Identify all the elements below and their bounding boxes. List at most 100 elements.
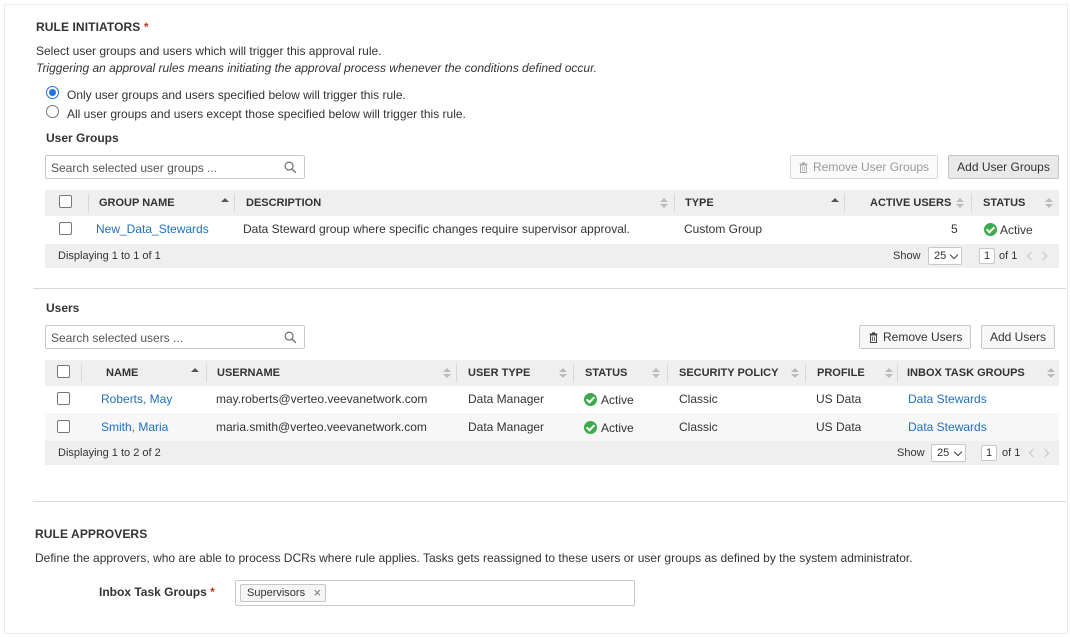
page-size-value: 25	[934, 250, 947, 262]
column-divider	[88, 194, 89, 212]
inbox-task-groups-label: Inbox Task Groups *	[99, 585, 215, 599]
column-divider	[844, 194, 845, 212]
users-search-input[interactable]: Search selected users ...	[45, 325, 305, 349]
sort-icon[interactable]	[885, 368, 893, 379]
users-search-placeholder: Search selected users ...	[51, 331, 184, 345]
sort-icon[interactable]	[443, 368, 451, 379]
required-mark: *	[210, 585, 215, 599]
next-page-icon[interactable]	[1038, 251, 1048, 261]
sort-icon[interactable]	[956, 198, 964, 209]
group-status: Active	[1000, 223, 1033, 237]
user-groups-table-footer: Displaying 1 to 1 of 1 Show 25 1 of 1	[45, 244, 1059, 268]
sort-asc-icon[interactable]	[191, 368, 199, 379]
sort-asc-icon[interactable]	[221, 198, 229, 209]
row-checkbox[interactable]	[59, 222, 72, 235]
user-name-link[interactable]: Roberts, May	[101, 392, 172, 406]
page-size-value: 25	[937, 447, 950, 459]
column-status[interactable]: STATUS	[983, 197, 1025, 209]
remove-user-groups-button[interactable]: Remove User Groups	[790, 155, 938, 179]
sort-icon[interactable]	[1045, 198, 1053, 209]
prev-page-icon[interactable]	[1026, 251, 1036, 261]
radio-all-except-label[interactable]: All user groups and users except those s…	[67, 107, 466, 121]
user-groups-search-input[interactable]: Search selected user groups ...	[45, 155, 305, 179]
column-divider	[667, 364, 668, 382]
trash-icon	[799, 162, 808, 173]
user-name-link[interactable]: Smith, Maria	[101, 420, 168, 434]
user-groups-displaying: Displaying 1 to 1 of 1	[58, 250, 161, 262]
column-status[interactable]: STATUS	[585, 367, 627, 379]
column-divider	[456, 364, 457, 382]
chevron-down-icon	[953, 447, 963, 457]
sort-asc-icon[interactable]	[831, 198, 839, 209]
active-check-icon	[584, 393, 597, 406]
table-row: Smith, Maria maria.smith@verteo.veevanet…	[45, 413, 1059, 441]
prev-page-icon[interactable]	[1028, 448, 1038, 458]
column-user-type[interactable]: USER TYPE	[468, 367, 530, 379]
select-all-user-groups-checkbox[interactable]	[59, 195, 72, 208]
user-security-policy: Classic	[679, 420, 718, 434]
column-description[interactable]: DESCRIPTION	[246, 197, 321, 209]
user-type: Data Manager	[468, 420, 545, 434]
sort-icon[interactable]	[791, 368, 799, 379]
column-active-users[interactable]: ACTIVE USERS	[870, 197, 951, 209]
page-size-select[interactable]: 25	[931, 444, 966, 462]
inbox-task-groups-input[interactable]: Supervisors ×	[235, 580, 635, 606]
active-check-icon	[984, 223, 997, 236]
active-check-icon	[584, 421, 597, 434]
add-user-groups-button[interactable]: Add User Groups	[948, 155, 1059, 179]
user-status: Active	[601, 393, 634, 407]
sort-icon[interactable]	[652, 368, 660, 379]
group-description: Data Steward group where specific change…	[243, 222, 630, 236]
rule-approvers-title: RULE APPROVERS	[35, 527, 148, 541]
row-checkbox[interactable]	[57, 392, 70, 405]
add-users-button[interactable]: Add Users	[981, 325, 1055, 349]
close-icon[interactable]: ×	[313, 585, 321, 601]
column-security-policy[interactable]: SECURITY POLICY	[679, 367, 778, 379]
select-all-users-checkbox[interactable]	[57, 365, 70, 378]
group-name-link[interactable]: New_Data_Stewards	[96, 222, 209, 236]
remove-users-button[interactable]: Remove Users	[859, 325, 971, 349]
table-row: Roberts, May may.roberts@verteo.veevanet…	[45, 385, 1059, 413]
sort-icon[interactable]	[1047, 368, 1055, 379]
column-name[interactable]: NAME	[106, 367, 138, 379]
inbox-task-group-link[interactable]: Data Stewards	[908, 392, 987, 406]
user-status: Active	[601, 421, 634, 435]
user-username: maria.smith@verteo.veevanetwork.com	[216, 420, 427, 434]
user-username: may.roberts@verteo.veevanetwork.com	[216, 392, 428, 406]
page-size-select[interactable]: 25	[928, 247, 962, 265]
users-displaying: Displaying 1 to 2 of 2	[58, 447, 161, 459]
column-group-name[interactable]: GROUP NAME	[99, 197, 175, 209]
column-divider	[573, 364, 574, 382]
rule-approvers-description: Define the approvers, who are able to pr…	[35, 551, 913, 565]
inbox-task-group-link[interactable]: Data Stewards	[908, 420, 987, 434]
page-count: of 1	[1002, 447, 1021, 459]
column-divider	[234, 194, 235, 212]
row-checkbox[interactable]	[57, 420, 70, 433]
users-title: Users	[46, 301, 80, 315]
next-page-icon[interactable]	[1040, 448, 1050, 458]
column-inbox-task-groups[interactable]: INBOX TASK GROUPS	[907, 367, 1025, 379]
sort-icon[interactable]	[660, 198, 668, 209]
column-username[interactable]: USERNAME	[217, 367, 280, 379]
radio-only-specified[interactable]	[46, 86, 59, 99]
sort-icon[interactable]	[559, 368, 567, 379]
column-type[interactable]: TYPE	[685, 197, 714, 209]
radio-all-except[interactable]	[46, 105, 59, 118]
show-label: Show	[893, 250, 921, 262]
inbox-task-groups-label-text: Inbox Task Groups	[99, 585, 207, 599]
column-profile[interactable]: PROFILE	[817, 367, 865, 379]
page-number-input[interactable]: 1	[979, 248, 995, 264]
tag-supervisors-label: Supervisors	[247, 587, 306, 599]
remove-user-groups-label: Remove User Groups	[813, 160, 930, 174]
section-divider	[33, 501, 1066, 502]
page-number-input[interactable]: 1	[981, 445, 997, 461]
required-mark: *	[143, 20, 149, 34]
trash-icon	[869, 332, 878, 343]
remove-users-label: Remove Users	[883, 330, 963, 344]
radio-only-specified-label[interactable]: Only user groups and users specified bel…	[67, 88, 406, 102]
user-security-policy: Classic	[679, 392, 718, 406]
table-row: New_Data_Stewards Data Steward group whe…	[45, 215, 1059, 243]
user-groups-title: User Groups	[46, 131, 119, 145]
user-groups-table-header: GROUP NAME DESCRIPTION TYPE ACTIVE USERS…	[45, 190, 1059, 216]
group-type: Custom Group	[684, 222, 763, 236]
